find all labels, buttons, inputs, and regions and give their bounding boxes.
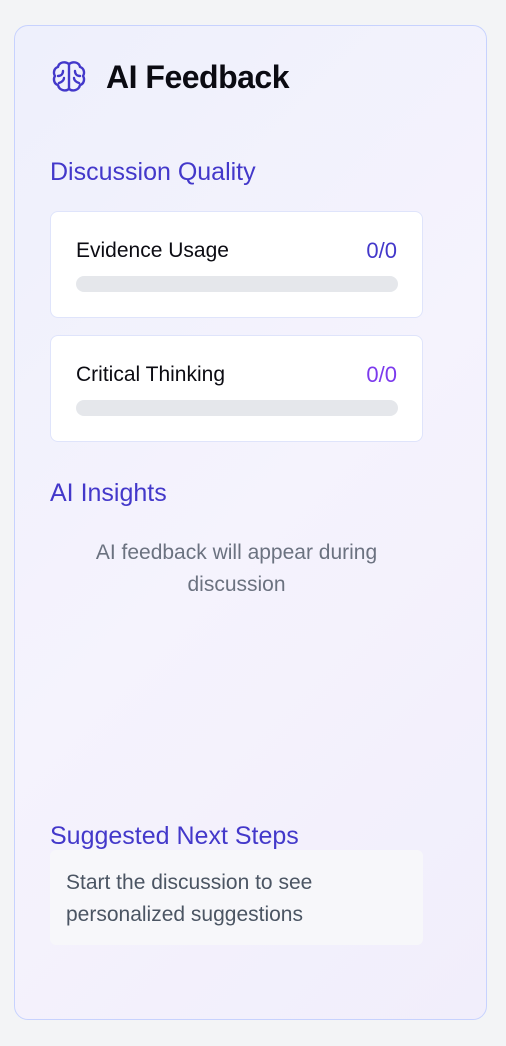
metric-score: 0/0: [366, 238, 397, 263]
metric-score: 0/0: [366, 362, 397, 387]
panel-header: AI Feedback: [50, 58, 290, 96]
next-steps-heading: Suggested Next Steps: [50, 822, 299, 850]
ai-insights-heading: AI Insights: [50, 479, 167, 507]
progress-bar: [76, 276, 398, 292]
metric-card-critical-thinking: Critical Thinking 0/0: [50, 335, 423, 442]
suggestions-empty-state: Start the discussion to see personalized…: [50, 850, 423, 945]
metric-label: Evidence Usage: [76, 239, 229, 262]
metric-card-evidence-usage: Evidence Usage 0/0: [50, 211, 423, 318]
progress-bar: [76, 400, 398, 416]
brain-icon: [50, 58, 88, 96]
panel-title: AI Feedback: [106, 58, 290, 95]
discussion-quality-heading: Discussion Quality: [50, 158, 256, 186]
insights-empty-state: AI feedback will appear during discussio…: [95, 541, 378, 596]
metric-label: Critical Thinking: [76, 363, 225, 386]
